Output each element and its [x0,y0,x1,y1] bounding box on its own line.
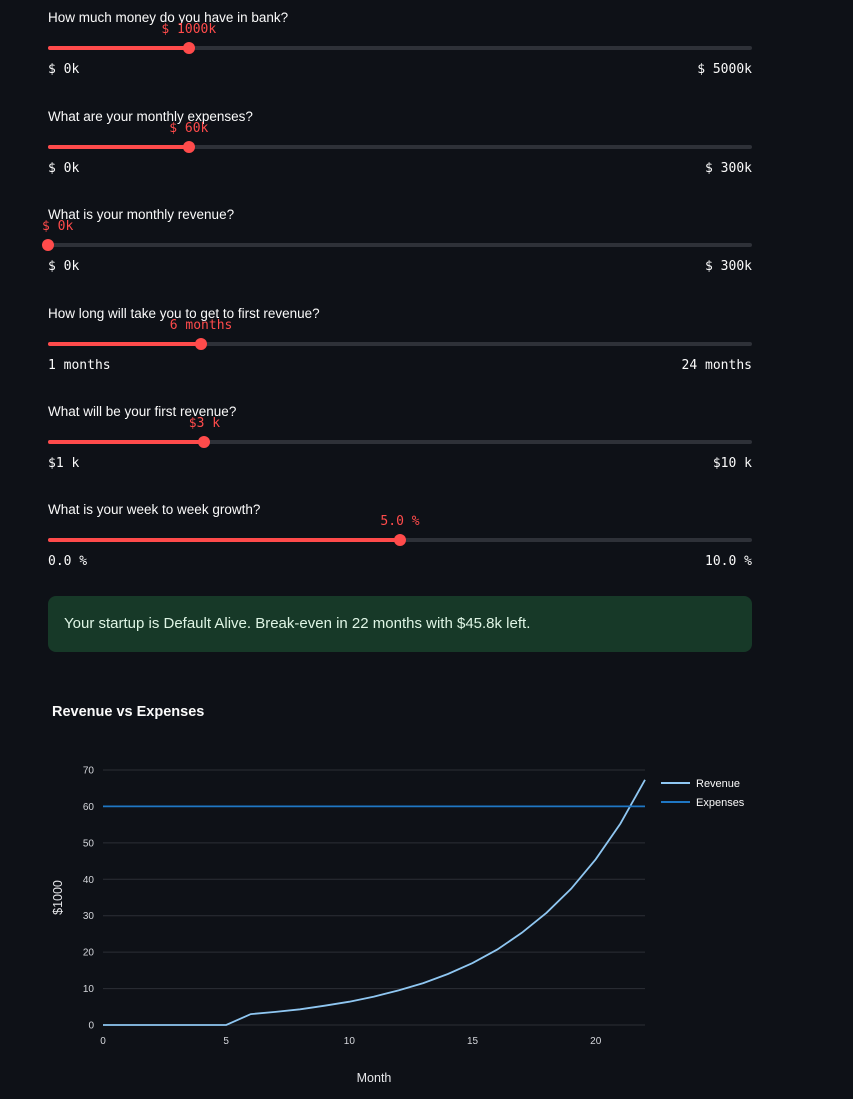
slider-max-label: $10 k [712,456,752,471]
x-tick-label: 5 [223,1036,229,1047]
x-axis-label: Month [357,1071,392,1085]
slider-question: What is your monthly revenue? [48,207,235,222]
y-tick-label: 0 [88,1021,94,1032]
slider-question: What are your monthly expenses? [48,109,253,124]
status-alert-text: Your startup is Default Alive. Break-eve… [64,615,531,632]
slider-track[interactable] [48,42,752,54]
legend-label: Expenses [696,797,745,809]
y-tick-label: 20 [83,948,95,959]
slider-question: What is your week to week growth? [48,502,261,517]
chart-title: Revenue vs Expenses [52,704,205,720]
x-tick-label: 0 [100,1036,106,1047]
slider-fill [48,46,189,50]
slider-value: $ 60k [169,121,209,136]
y-tick-label: 10 [83,984,95,995]
y-tick-label: 60 [83,802,95,813]
slider-bank-money: How much money do you have in bank? $ 10… [48,10,752,100]
slider-track[interactable] [48,338,752,350]
slider-min-label: 0.0 % [48,554,88,569]
slider-fill [48,145,189,149]
slider-value: $ 0k [42,219,74,234]
slider-time-to-revenue: How long will take you to get to first r… [48,306,752,396]
slider-track[interactable] [48,141,752,153]
y-tick-label: 70 [83,766,95,777]
slider-thumb[interactable] [182,141,195,153]
x-tick-label: 10 [344,1036,356,1047]
slider-max-label: $ 300k [705,259,752,274]
slider-min-label: $ 0k [48,259,80,274]
slider-value: 6 months [169,318,233,333]
y-axis-label: $1000 [51,880,65,915]
y-tick-label: 50 [83,838,95,849]
revenue-expenses-chart: 0 10 20 30 40 50 60 70 0 5 10 15 20 Month $1000 Revenue… [51,766,745,1086]
slider-value: $ 1000k [161,22,217,37]
slider-thumb[interactable] [198,436,211,448]
x-tick-label: 20 [590,1036,602,1047]
slider-max-label: $ 5000k [697,62,752,77]
slider-monthly-expenses: What are your monthly expenses? $ 60k $ … [48,109,752,199]
slider-first-revenue: What will be your first revenue? $3 k $1… [48,404,752,494]
slider-min-label: $ 0k [48,62,80,77]
x-tick-label: 15 [467,1036,479,1047]
slider-monthly-revenue: What is your monthly revenue? $ 0k $ 0k … [42,207,752,297]
status-alert: Your startup is Default Alive. Break-eve… [48,596,752,652]
slider-thumb[interactable] [42,239,54,251]
slider-fill [48,342,202,346]
slider-min-label: $1 k [48,456,80,471]
slider-thumb[interactable] [195,338,208,350]
slider-min-label: $ 0k [48,161,80,176]
slider-track[interactable] [48,534,752,546]
slider-track[interactable] [48,436,752,448]
slider-max-label: $ 300k [705,161,752,176]
slider-value: 5.0 % [380,514,420,529]
slider-value: $3 k [188,416,221,431]
slider-fill [48,440,205,444]
y-tick-label: 40 [83,875,95,886]
slider-weekly-growth: What is your week to week growth? 5.0 % … [48,502,752,592]
slider-fill [48,538,400,542]
slider-track[interactable] [42,239,752,251]
slider-min-label: 1 months [48,358,111,373]
y-tick-label: 30 [83,911,95,922]
slider-thumb[interactable] [182,42,195,54]
slider-thumb[interactable] [394,534,406,546]
legend-label: Revenue [696,778,740,790]
slider-max-label: 24 months [681,358,752,373]
slider-max-label: 10.0 % [705,554,752,569]
